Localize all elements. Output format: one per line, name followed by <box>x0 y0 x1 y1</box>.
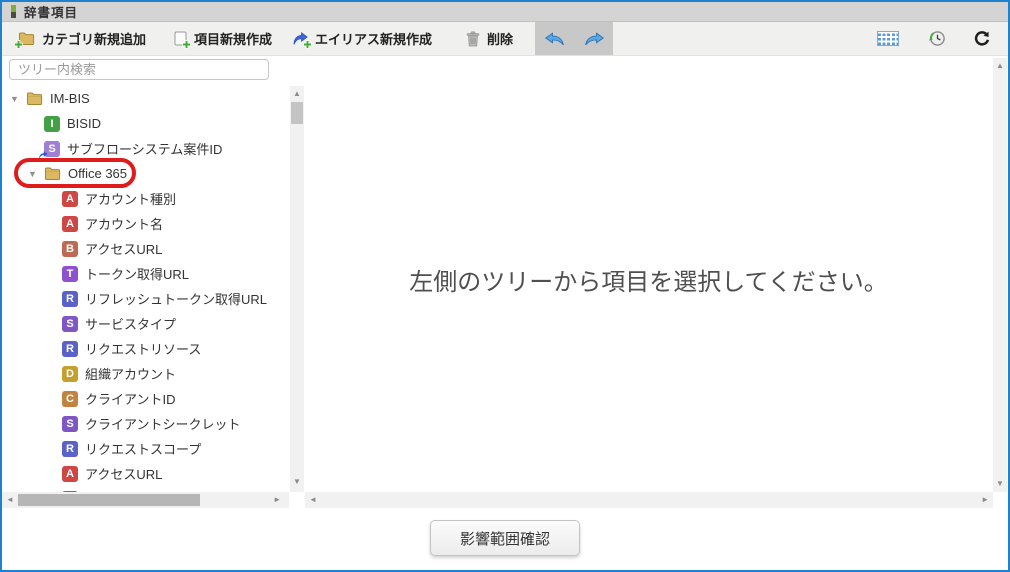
scroll-left-icon[interactable]: ◄ <box>6 496 14 504</box>
tree-item[interactable]: S サブフローシステム案件ID <box>2 136 290 161</box>
tree-item-label: リクエストスコープ <box>85 442 202 457</box>
type-letter-icon: T <box>62 265 78 282</box>
alias-arrow-icon <box>38 150 48 160</box>
main-panel: 左側のツリーから項目を選択してください。 ▲ ▼ ◄ ► <box>305 56 1008 508</box>
main-vertical-scrollbar[interactable]: ▲ ▼ <box>993 58 1007 492</box>
tree-item[interactable]: R リフレッシュトークン取得URL <box>2 286 290 311</box>
scroll-right-icon[interactable]: ► <box>981 496 989 504</box>
scroll-left-icon[interactable]: ◄ <box>309 496 317 504</box>
type-letter-icon: R <box>62 340 78 357</box>
scroll-down-icon[interactable]: ▼ <box>993 480 1007 488</box>
toolbar: カテゴリ新規追加 項目新規作成 エイリアス新規作成 削除 <box>2 22 1008 56</box>
scroll-up-icon[interactable]: ▲ <box>993 62 1007 70</box>
tree-item-label: リフレッシュトークン取得URL <box>85 292 268 307</box>
add-alias-button[interactable]: エイリアス新規作成 <box>282 22 442 55</box>
tree-item[interactable]: ▼ Office 365 <box>2 161 290 186</box>
expander-down-icon[interactable]: ▼ <box>8 94 26 104</box>
tree-item-label: アカウント名 <box>85 217 164 232</box>
tree-item-label: Office 365 <box>68 166 128 181</box>
history-clock-icon[interactable] <box>927 29 946 48</box>
content-area: ▼IM-BISIBISIDSサブフローシステム案件ID▼Office 365Aア… <box>2 56 1008 508</box>
type-letter-icon: S <box>62 315 78 332</box>
app-window: 辞書項目 カテゴリ新規追加 項目新規作成 エイリアス新規作成 削除 ツリー内検索… <box>0 0 1010 572</box>
page-title: 辞書項目 <box>24 6 79 20</box>
folder-plus-icon <box>14 31 35 49</box>
tree-search-input[interactable] <box>9 59 269 80</box>
tree-item[interactable]: R リクエストスコープ <box>2 436 290 461</box>
tree-list: ▼ IM-BIS I BISID S サブフローシステム案件ID ▼ Office 365 A ア… <box>2 86 290 492</box>
type-letter-icon: A <box>62 215 78 232</box>
tree-item-label: アクセスURL <box>85 242 163 257</box>
tree-item[interactable]: ▼ IM-BIS <box>2 86 290 111</box>
add-category-button[interactable]: カテゴリ新規追加 <box>8 22 156 55</box>
type-letter-icon: C <box>62 390 78 407</box>
type-letter-icon: R <box>62 290 78 307</box>
tree-item-label: クライアントID <box>85 392 176 407</box>
empty-state-message: 左側のツリーから項目を選択してください。 <box>409 269 888 296</box>
tree-item[interactable]: T トークン取得URL <box>2 261 290 286</box>
expander-down-icon[interactable]: ▼ <box>26 169 44 179</box>
tree-item-label: BISID <box>67 116 101 131</box>
tree-horizontal-scrollbar[interactable]: ◄ ► <box>2 492 289 508</box>
type-letter-icon: S <box>62 415 78 432</box>
tree-item[interactable]: B アクセスURL <box>2 236 290 261</box>
undo-icon <box>544 31 564 45</box>
tree-item[interactable]: A アカウント名 <box>2 211 290 236</box>
tree-item[interactable]: S クライアントシークレット <box>2 411 290 436</box>
add-alias-label: エイリアス新規作成 <box>315 32 433 47</box>
type-letter-icon: R <box>62 440 78 457</box>
delete-label: 削除 <box>487 32 514 47</box>
tree-item-label: 組織アカウント <box>85 367 177 382</box>
undo-button[interactable] <box>535 22 574 56</box>
folder-icon <box>26 91 43 106</box>
tree-item[interactable]: I BISID <box>2 111 290 136</box>
tree-item[interactable]: A アクセスURL <box>2 461 290 486</box>
folder-icon <box>44 166 61 181</box>
title-bar: 辞書項目 <box>2 2 1008 22</box>
tree-item-label: アカウント種別 <box>85 192 177 207</box>
type-letter-icon: S <box>39 140 60 159</box>
type-letter-icon: I <box>44 115 60 132</box>
footer-bar: 影響範囲確認 <box>2 508 1008 570</box>
trash-icon <box>466 31 480 47</box>
tree-item[interactable]: S サービスタイプ <box>2 311 290 336</box>
table-icon[interactable] <box>877 31 899 46</box>
type-letter-icon: A <box>62 190 78 207</box>
tree-item[interactable]: C クライアントID <box>2 386 290 411</box>
refresh-icon[interactable] <box>974 30 990 47</box>
tree-item-label: IM-BIS <box>50 91 90 106</box>
tree-item[interactable]: R リクエストリソース <box>2 336 290 361</box>
scroll-right-icon[interactable]: ► <box>273 496 281 504</box>
tree-item-label: アクセスURL <box>85 467 163 482</box>
type-letter-icon: A <box>62 465 78 482</box>
alias-plus-icon <box>292 31 312 49</box>
redo-icon <box>584 31 604 45</box>
scroll-down-icon[interactable]: ▼ <box>290 478 304 486</box>
tree-item[interactable]: D 組織アカウント <box>2 361 290 386</box>
tree-item-label: クライアントシークレット <box>85 417 241 432</box>
type-letter-icon: B <box>62 240 78 257</box>
title-marker-icon <box>11 5 16 18</box>
tree-item-label: サブフローシステム案件ID <box>67 142 223 157</box>
toolbar-right-icons <box>877 22 1008 55</box>
redo-button[interactable] <box>574 22 613 56</box>
add-category-label: カテゴリ新規追加 <box>42 32 147 47</box>
document-plus-icon <box>174 31 191 49</box>
tree-vertical-scrollbar[interactable]: ▲ ▼ <box>290 86 304 492</box>
impact-range-check-button[interactable]: 影響範囲確認 <box>430 520 580 556</box>
add-item-button[interactable]: 項目新規作成 <box>164 22 282 55</box>
add-item-label: 項目新規作成 <box>194 32 273 47</box>
tree-hscroll-thumb[interactable] <box>18 494 200 506</box>
scroll-up-icon[interactable]: ▲ <box>290 90 304 98</box>
tree-item[interactable]: A アカウント種別 <box>2 186 290 211</box>
delete-button[interactable]: 削除 <box>456 22 523 55</box>
tree-panel: ▼IM-BISIBISIDSサブフローシステム案件ID▼Office 365Aア… <box>2 56 305 508</box>
type-letter-icon: D <box>62 365 78 382</box>
tree-item-label: サービスタイプ <box>85 317 177 332</box>
tree-item-label: トークン取得URL <box>85 267 190 282</box>
tree-vscroll-thumb[interactable] <box>291 102 303 124</box>
tree-item-label: リクエストリソース <box>85 342 202 357</box>
history-button-group <box>535 22 614 56</box>
main-horizontal-scrollbar[interactable]: ◄ ► <box>305 492 993 508</box>
